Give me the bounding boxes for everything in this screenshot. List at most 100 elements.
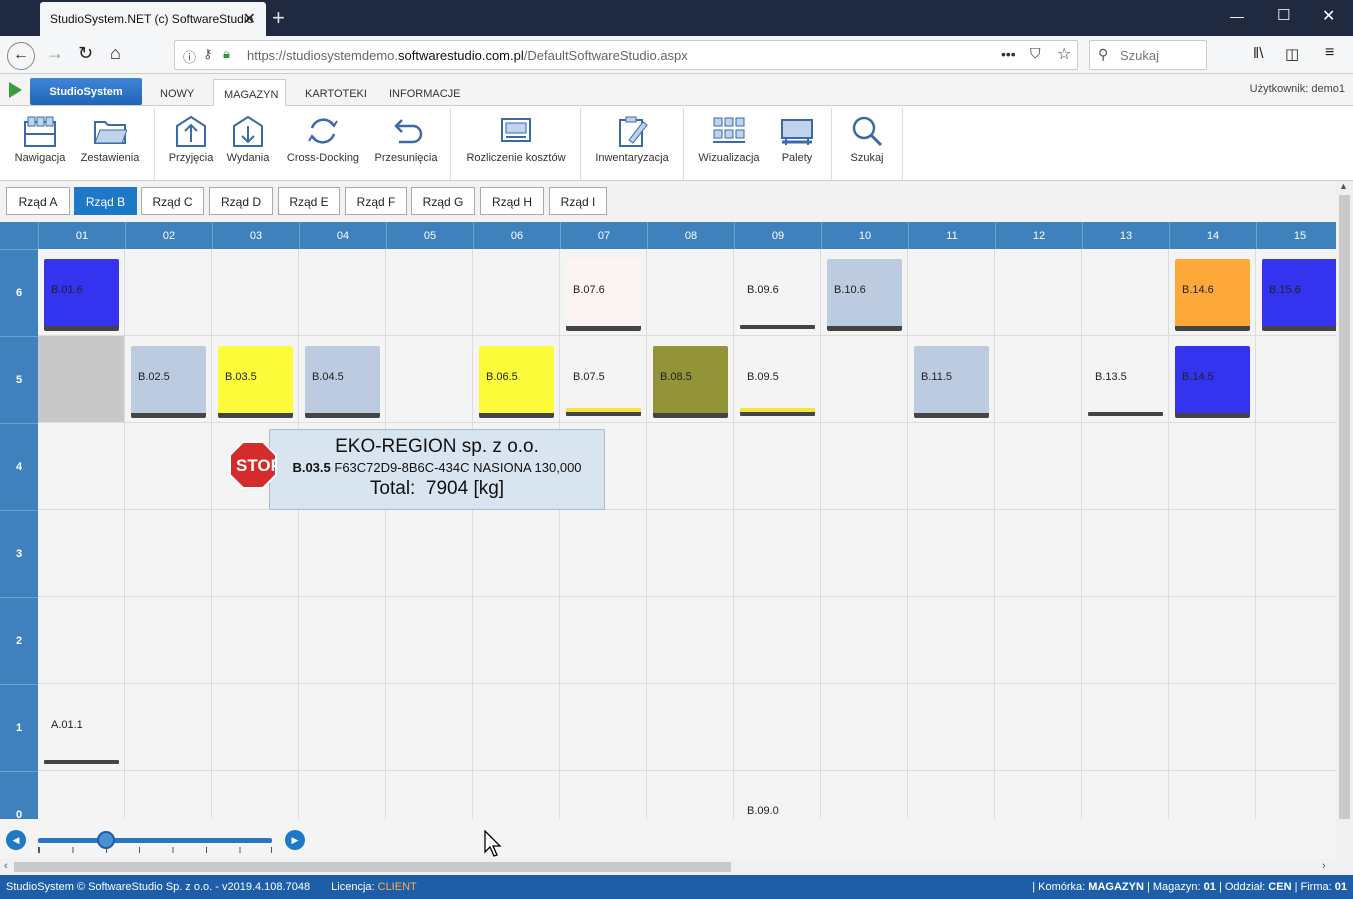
reload-icon[interactable]: ↻ <box>78 43 93 64</box>
rozliczenie-kosztow-button[interactable]: Rozliczenie kosztów <box>461 106 571 181</box>
grid-cell[interactable] <box>1256 597 1336 684</box>
grid-cell[interactable] <box>125 684 212 771</box>
close-icon[interactable]: ✕ <box>243 9 256 29</box>
grid-cell[interactable] <box>386 771 473 819</box>
grid-cell[interactable] <box>908 597 995 684</box>
storage-slot[interactable]: B.03.5 <box>218 346 293 418</box>
grid-cell[interactable] <box>299 510 386 597</box>
horizontal-scrollbar[interactable]: ‹ › <box>0 859 1353 875</box>
grid-cell[interactable] <box>647 684 734 771</box>
grid-cell[interactable] <box>821 771 908 819</box>
tab-nowy[interactable]: NOWY <box>150 79 204 106</box>
grid-cell[interactable] <box>995 249 1082 336</box>
row-button-b[interactable]: Rząd B <box>74 187 137 215</box>
cross-docking-button[interactable]: Cross-Docking <box>282 106 364 181</box>
grid-cell[interactable] <box>560 684 647 771</box>
horizontal-scroll-thumb[interactable] <box>14 862 731 872</box>
storage-slot[interactable]: B.06.5 <box>479 346 554 418</box>
grid-cell[interactable] <box>473 771 560 819</box>
storage-slot-label[interactable]: B.13.5 <box>1095 371 1127 383</box>
storage-slot[interactable]: B.08.5 <box>653 346 728 418</box>
sidebar-icon[interactable]: ◫ <box>1285 45 1299 63</box>
row-button-i[interactable]: Rząd I <box>549 187 607 215</box>
storage-slot-label[interactable]: B.09.6 <box>747 284 779 296</box>
przyjecia-button[interactable]: Przyjęcia <box>165 106 217 181</box>
bookmark-star-icon[interactable]: ☆ <box>1057 44 1071 64</box>
grid-cell[interactable] <box>1082 510 1169 597</box>
grid-cell[interactable] <box>1082 423 1169 510</box>
grid-cell[interactable] <box>473 510 560 597</box>
info-icon[interactable]: ⓘ <box>183 47 196 66</box>
row-button-e[interactable]: Rząd E <box>278 187 340 215</box>
tab-informacje[interactable]: INFORMACJE <box>379 79 471 106</box>
vertical-scroll-thumb[interactable] <box>1339 195 1350 819</box>
grid-cell[interactable] <box>734 510 821 597</box>
grid-cell[interactable] <box>38 771 125 819</box>
grid-cell[interactable] <box>995 771 1082 819</box>
grid-cell[interactable] <box>299 684 386 771</box>
grid-cell[interactable] <box>821 423 908 510</box>
grid-cell[interactable] <box>560 597 647 684</box>
close-window-icon[interactable]: ✕ <box>1322 6 1335 26</box>
grid-cell[interactable] <box>821 597 908 684</box>
grid-cell[interactable] <box>1169 684 1256 771</box>
browser-search-input[interactable]: ⚲ Szukaj <box>1089 40 1207 70</box>
storage-slot[interactable]: B.01.6 <box>44 259 119 331</box>
tab-magazyn[interactable]: MAGAZYN <box>213 79 286 106</box>
grid-cell[interactable] <box>995 423 1082 510</box>
grid-cell[interactable] <box>386 336 473 423</box>
grid-cell[interactable] <box>212 597 299 684</box>
browser-tab[interactable]: StudioSystem.NET (c) SoftwareStudio ✕ <box>40 2 266 36</box>
row-button-a[interactable]: Rząd A <box>6 187 70 215</box>
grid-cell[interactable] <box>473 249 560 336</box>
grid-cell[interactable] <box>995 684 1082 771</box>
grid-cell[interactable] <box>908 510 995 597</box>
storage-slot[interactable]: B.15.6 <box>1262 259 1336 331</box>
grid-cell[interactable] <box>1169 597 1256 684</box>
grid-cell[interactable] <box>1082 597 1169 684</box>
scroll-up-icon[interactable]: ▲ <box>1339 181 1348 191</box>
grid-cell[interactable] <box>38 597 125 684</box>
grid-cell[interactable] <box>1256 510 1336 597</box>
library-icon[interactable]: ‖\ <box>1253 45 1263 62</box>
inwentaryzacja-button[interactable]: Inwentaryzacja <box>590 106 674 181</box>
grid-cell[interactable] <box>560 510 647 597</box>
grid-cell[interactable] <box>995 597 1082 684</box>
vertical-scrollbar[interactable]: ▲ <box>1336 181 1353 859</box>
row-button-f[interactable]: Rząd F <box>345 187 407 215</box>
back-icon[interactable]: ← <box>7 42 35 70</box>
scroll-left-icon[interactable]: ‹ <box>4 860 8 872</box>
grid-cell[interactable] <box>212 771 299 819</box>
grid-cell[interactable] <box>1256 336 1336 423</box>
forward-icon[interactable]: → <box>46 43 64 64</box>
grid-cell[interactable] <box>1169 423 1256 510</box>
url-text[interactable]: https://studiosystemdemo.softwarestudio.… <box>247 48 688 63</box>
grid-cell[interactable] <box>1082 684 1169 771</box>
row-button-g[interactable]: Rząd G <box>411 187 475 215</box>
grid-cell[interactable] <box>647 597 734 684</box>
grid-cell[interactable] <box>1256 771 1336 819</box>
slider-track[interactable] <box>38 838 272 843</box>
row-button-c[interactable]: Rząd C <box>141 187 204 215</box>
grid-cell[interactable] <box>821 510 908 597</box>
grid-cell[interactable] <box>473 597 560 684</box>
grid-cell[interactable] <box>212 684 299 771</box>
maximize-icon[interactable]: ☐ <box>1277 6 1290 24</box>
address-bar[interactable]: ⓘ ⚷ 🔒︎ https://studiosystemdemo.software… <box>174 40 1078 70</box>
menu-icon[interactable]: ≡ <box>1325 44 1334 62</box>
grid-cell[interactable] <box>1256 684 1336 771</box>
grid-cell[interactable] <box>1256 423 1336 510</box>
grid-cell[interactable] <box>734 684 821 771</box>
more-icon[interactable]: ••• <box>1001 46 1016 62</box>
grid-cell[interactable] <box>473 684 560 771</box>
wydania-button[interactable]: Wydania <box>222 106 274 181</box>
storage-slot[interactable]: B.14.6 <box>1175 259 1250 331</box>
grid-cell[interactable] <box>647 510 734 597</box>
grid-cell[interactable] <box>125 597 212 684</box>
storage-slot[interactable]: B.07.6 <box>566 259 641 331</box>
row-button-h[interactable]: Rząd H <box>480 187 544 215</box>
zestawienia-button[interactable]: Zestawienia <box>77 106 143 181</box>
grid-cell[interactable] <box>125 771 212 819</box>
grid-cell[interactable] <box>212 249 299 336</box>
storage-slot-label[interactable]: B.07.5 <box>573 371 605 383</box>
